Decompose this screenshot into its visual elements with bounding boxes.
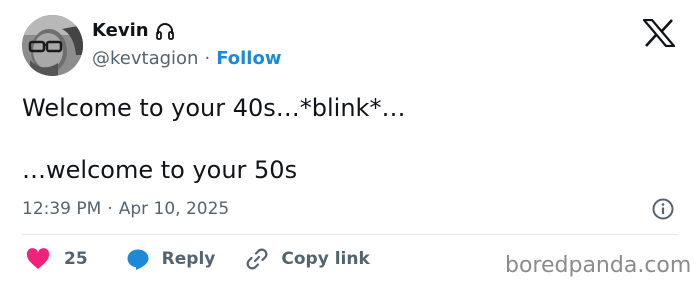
copy-link-label: Copy link <box>281 249 370 269</box>
tweet-text-line-2: …welcome to your 50s <box>22 156 298 184</box>
watermark: boredpanda.com <box>505 253 692 278</box>
separator-dot: · <box>204 48 211 69</box>
follow-button[interactable]: Follow <box>216 48 281 69</box>
action-bar: 25 Reply Copy link <box>26 247 370 271</box>
tweet-time: 12:39 PM <box>22 199 102 219</box>
reply-button[interactable]: Reply <box>126 247 216 271</box>
timestamp[interactable]: 12:39 PM · Apr 10, 2025 <box>22 199 229 219</box>
divider <box>22 234 678 235</box>
tweet-text-line-1: Welcome to your 40s…*blink*… <box>22 94 406 122</box>
info-icon[interactable] <box>651 197 675 221</box>
display-name[interactable]: Kevin <box>92 20 149 41</box>
x-logo-icon[interactable] <box>643 19 675 47</box>
reply-bubble-icon <box>127 249 149 270</box>
copy-link-button[interactable]: Copy link <box>245 247 370 271</box>
avatar[interactable] <box>22 15 83 76</box>
tweet-date: Apr 10, 2025 <box>118 199 230 219</box>
headphones-icon <box>155 22 174 40</box>
like-button[interactable]: 25 <box>26 248 88 270</box>
user-handle[interactable]: @kevtagion <box>92 48 198 69</box>
link-icon <box>246 248 268 270</box>
heart-icon <box>26 248 50 269</box>
date-separator: · <box>107 199 113 219</box>
handle-row: @kevtagion · Follow <box>92 48 281 69</box>
name-row: Kevin <box>92 20 175 41</box>
reply-label: Reply <box>161 249 216 269</box>
tweet-card: Kevin @kevtagion · Follow Welcome to you… <box>0 0 700 287</box>
like-count: 25 <box>64 249 88 269</box>
avatar-photo <box>22 15 83 76</box>
